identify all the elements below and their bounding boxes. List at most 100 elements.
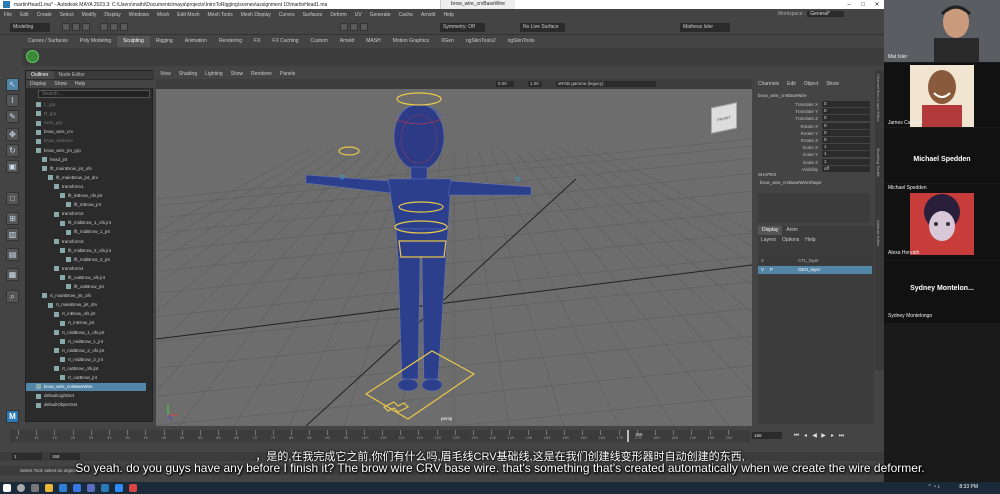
participant-tile-4[interactable]: Michael Spedden Alexa Horvath [884,184,1000,260]
shelf-tab-xgen[interactable]: XGen [435,36,460,47]
viewport-menu-view[interactable]: View [156,70,175,79]
help-menu[interactable]: Help [802,236,818,244]
outliner-item[interactable]: rt_midBrow_1_jnt [26,338,146,346]
maximize-icon[interactable]: □ [856,2,870,8]
select-component-icon[interactable] [120,23,128,31]
outliner-item[interactable]: transform3 [26,238,146,246]
outliner-item[interactable]: rt_inBrow_jnt [26,319,146,327]
menu-edit-mesh[interactable]: Edit Mesh [173,12,203,18]
outliner-item[interactable]: rt_midBrow_2_jnt [26,356,146,364]
outliner-help-menu[interactable]: Help [71,80,89,88]
shelf-tab-curves-surfaces[interactable]: Curves / Surfaces [22,36,74,47]
rotate-tool-icon[interactable]: ↻ [6,144,19,157]
current-frame-field[interactable]: 168 [752,432,782,439]
snap-curve-icon[interactable] [350,23,358,31]
menu-mesh-display[interactable]: Mesh Display [237,12,275,18]
app-icon[interactable] [129,484,137,492]
time-slider[interactable]: 5 10 15 20 25 30 35 40 45 50 55 60 65 70 75 80 85 90 95 100… [10,430,750,442]
menu-arnold[interactable]: Arnold [417,12,439,18]
outliner-item[interactable]: R_grp [26,110,146,118]
viewport-menu-show[interactable]: Show [227,70,248,79]
participant-tile-5[interactable]: Sydney Montelon... Sydney Montelongo [884,261,1000,323]
play-back-icon[interactable]: ◀ [810,432,819,440]
taskbar-clock[interactable]: 8:33 PM [959,484,978,490]
outliner-item[interactable]: lft_midBrow_2_ofs.jnt [26,247,146,255]
viewport-menu-shading[interactable]: Shading [175,70,201,79]
select-hierarchy-icon[interactable] [100,23,108,31]
outliner-item[interactable]: brow_wire_jnt_grp [26,147,146,155]
shelf-tab-ngskintools[interactable]: ngSkinTools [502,36,541,47]
outliner-item[interactable]: rt_outBrow_jnt [26,374,146,382]
outliner-item[interactable]: rt_midBrow_1_ofs.jnt [26,329,146,337]
menu-uv[interactable]: UV [351,12,366,18]
menu-mesh[interactable]: Mesh [153,12,173,18]
outliner-item[interactable]: lft_midBrow_1_jnt [26,228,146,236]
exposure-field[interactable]: 0.00 [496,81,514,87]
tab-anim-layers[interactable]: Anim [782,226,801,235]
move-tool-icon[interactable]: ✥ [6,128,19,141]
menu-surfaces[interactable]: Surfaces [299,12,327,18]
shelf-tab-mash[interactable]: MASH [360,36,386,47]
edge-icon[interactable] [59,484,67,492]
channel-row-rotate-y[interactable]: Rotate Y 0 [754,129,870,137]
outliner-item[interactable]: rt_inBrow_ofs.jnt [26,310,146,318]
channel-attr-value[interactable]: 1 [822,158,870,165]
channel-attr-value[interactable]: 0 [822,108,870,115]
viewport-menu-renderer[interactable]: Renderer [247,70,276,79]
channel-attr-value[interactable]: 1 [822,151,870,158]
layer-row[interactable]: V P GEO_layer [758,266,872,274]
layer-visibility-toggle[interactable]: V [761,257,764,265]
symmetry-dropdown[interactable]: Symmetry: Off [440,23,485,32]
chrome-icon[interactable] [73,484,81,492]
outliner-item[interactable]: neck_grp [26,119,146,127]
channel-row-scale-z[interactable]: Scale Z 1 [754,158,870,166]
layout-alt-icon[interactable]: ▦ [6,268,19,281]
outliner-item[interactable]: rt_outBrow_ofs.jnt [26,365,146,373]
shelf-tab-animation[interactable]: Animation [179,36,213,47]
channel-row-scale-y[interactable]: Scale Y 1 [754,151,870,158]
snap-point-icon[interactable] [360,23,368,31]
select-object-icon[interactable] [110,23,118,31]
layer-row[interactable]: V CTL_layer [758,257,872,265]
outliner-item[interactable]: rt_mainBrow_jnt_drv [26,301,146,309]
channel-attr-value[interactable]: 0 [822,101,870,107]
zoom-icon[interactable]: ⌕ [6,290,19,303]
channel-row-scale-x[interactable]: Scale X 1 [754,144,870,151]
gamma-field[interactable]: 1.00 [528,81,542,87]
shelf-tab-arnold[interactable]: Arnold [334,36,360,47]
play-forward-icon[interactable]: ▶ [819,432,828,440]
menu-modify[interactable]: Modify [78,12,101,18]
channel-attr-value[interactable]: 1 [822,144,870,151]
options-menu[interactable]: Options [779,236,802,244]
outliner-item[interactable]: lft_mainBrow_jnt_drv [26,174,146,182]
channel-menu-channels[interactable]: Channels [754,80,783,89]
outliner-item[interactable]: rt_midBrow_2_ofs.jnt [26,347,146,355]
channel-menu-show[interactable]: Show [822,80,843,89]
shelf-tab-motion-graphics[interactable]: Motion Graphics [387,36,435,47]
tab-brow-wire[interactable]: brow_wire_crvBaseWire [440,0,515,9]
menu-deform[interactable]: Deform [326,12,350,18]
menu-curves[interactable]: Curves [275,12,299,18]
colorspace-dropdown[interactable]: sRGB gamma (legacy) [556,81,656,87]
channel-attr-value[interactable]: 0 [822,115,870,122]
viewport-menu-lighting[interactable]: Lighting [201,70,227,79]
outliner-item[interactable]: lft_inBrow_ofs.jnt [26,192,146,200]
viewport-panel[interactable]: View Shading Lighting Show Renderer Panels 0.… [156,70,752,426]
close-icon[interactable]: ✕ [870,1,884,8]
minimize-icon[interactable]: – [842,2,856,8]
teams-icon[interactable] [87,484,95,492]
workspace-value[interactable]: General* [807,11,844,17]
start-icon[interactable] [3,484,11,492]
menu-mesh-tools[interactable]: Mesh Tools [204,12,237,18]
scale-tool-icon[interactable]: ▣ [6,160,19,173]
outliner-item[interactable]: transform4 [26,265,146,273]
step-forward-icon[interactable]: ▸ [828,432,837,440]
outliner-item[interactable]: rt_mainBrow_jnt_ofs [26,292,146,300]
channel-menu-object[interactable]: Object [800,80,822,89]
menu-file[interactable]: File [0,12,16,18]
shelf-tab-fx-caching[interactable]: FX Caching [266,36,304,47]
four-view-icon[interactable]: ⊞ [6,212,19,225]
channel-attr-value[interactable]: 0 [822,137,870,143]
select-tool-icon[interactable]: ↖ [6,78,19,91]
user-account[interactable]: Matheus Isler [680,23,730,32]
